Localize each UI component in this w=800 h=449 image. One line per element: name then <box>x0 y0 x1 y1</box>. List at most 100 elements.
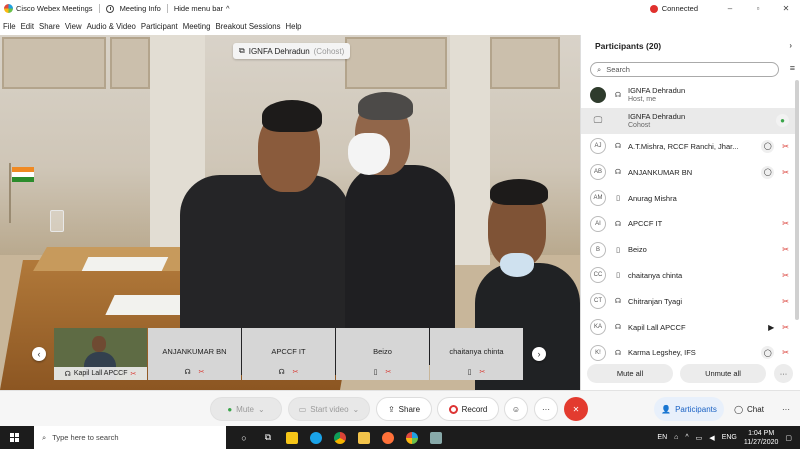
chat-bubble-icon[interactable]: ◯ <box>761 346 775 360</box>
menu-share[interactable]: Share <box>39 22 60 31</box>
video-tile[interactable]: ANJANKUMAR BN ☊ ✂ <box>148 328 241 380</box>
participant-row[interactable]: AB ☊ ANJANKUMAR BN ◯ ✂ <box>581 159 795 185</box>
title-bar: Cisco Webex Meetings Meeting Info Hide m… <box>0 0 800 17</box>
network-icon[interactable]: ▭ <box>696 434 703 442</box>
participant-row[interactable]: CT ☊ Chitranjan Tyagi ✂ <box>581 288 795 314</box>
end-meeting-button[interactable]: ✕ <box>564 397 588 421</box>
mic-muted-icon[interactable]: ✂ <box>782 323 789 332</box>
connection-status: Connected <box>661 4 698 13</box>
avatar: KA <box>590 319 606 336</box>
headset-icon: ☊ <box>614 169 622 177</box>
phone-icon: ▯ <box>616 195 620 203</box>
participant-row[interactable]: AJ ☊ A.T.Mishra, RCCF Ranchi, Jhar... ◯ ✂ <box>581 134 795 160</box>
mute-all-button[interactable]: Mute all <box>587 363 673 383</box>
unmute-all-button[interactable]: Unmute all <box>680 363 766 383</box>
webex-app-icon[interactable] <box>400 426 424 449</box>
record-button[interactable]: Record <box>437 397 499 421</box>
video-camera-icon[interactable]: ▶ <box>768 323 774 332</box>
filmstrip-next-button[interactable]: › <box>532 347 546 361</box>
chat-button[interactable]: ◯ Chat <box>727 397 771 421</box>
mic-muted-icon[interactable]: ✂ <box>782 219 789 228</box>
hide-menu-bar-button[interactable]: Hide menu bar ^ <box>174 4 230 13</box>
mic-muted-icon[interactable]: ✂ <box>782 142 789 151</box>
menu-meeting[interactable]: Meeting <box>183 22 211 31</box>
minimize-button[interactable]: – <box>716 4 744 13</box>
participant-row[interactable]: KA ☊ Kapil Lall APCCF ▶ ✂ <box>581 314 795 340</box>
avatar: AJ <box>590 138 606 155</box>
taskbar-clock[interactable]: 1:04 PM 11/27/2020 <box>744 429 779 447</box>
more-options-button[interactable]: ··· <box>534 397 558 421</box>
taskbar-search-input[interactable]: ⌕ Type here to search <box>34 426 226 449</box>
start-video-button[interactable]: ▭ Start video ⌄ <box>288 397 370 421</box>
language-indicator[interactable]: EN <box>657 434 667 441</box>
participant-row[interactable]: 🖵 IGNFA Dehradun Cohost ● <box>581 107 795 134</box>
collapse-panel-icon[interactable]: › <box>789 41 792 50</box>
mic-muted-icon[interactable]: ✂ <box>782 271 789 280</box>
panel-more-button[interactable]: ··· <box>774 397 798 421</box>
share-icon: ⇪ <box>387 404 395 414</box>
close-icon: ✕ <box>572 404 580 414</box>
avatar: AM <box>590 190 606 207</box>
cortana-icon[interactable]: ○ <box>232 426 256 449</box>
menu-breakout-sessions[interactable]: Breakout Sessions <box>215 22 280 31</box>
avatar: CC <box>590 267 606 284</box>
notifications-icon[interactable]: ▢ <box>785 434 792 442</box>
participant-row[interactable]: ☊ IGNFA Dehradun Host, me <box>581 82 795 108</box>
reactions-button[interactable]: ☺ <box>504 397 528 421</box>
meeting-controls: ● Mute ⌄ ▭ Start video ⌄ ⇪ Share Record … <box>0 390 800 426</box>
close-window-button[interactable]: ✕ <box>772 4 800 13</box>
people-icon[interactable]: ⌂ <box>674 434 678 441</box>
video-tile[interactable]: APCCF IT ☊ ✂ <box>242 328 335 380</box>
skype-icon[interactable] <box>304 426 328 449</box>
webex-logo-icon <box>4 4 13 13</box>
menu-help[interactable]: Help <box>285 22 301 31</box>
sort-icon[interactable]: ≡ <box>790 63 795 73</box>
menu-file[interactable]: File <box>3 22 16 31</box>
participant-list: ☊ IGNFA Dehradun Host, me 🖵 IGNFA Dehrad… <box>581 82 795 366</box>
participants-button[interactable]: 👤 Participants <box>654 397 724 421</box>
participant-row[interactable]: AM ▯ Anurag Mishra <box>581 185 795 211</box>
participant-search-input[interactable]: ⌕ Search <box>590 62 779 77</box>
headset-icon: ☊ <box>614 298 622 306</box>
record-icon <box>448 404 458 414</box>
menu-edit[interactable]: Edit <box>21 22 34 31</box>
menu-audio-video[interactable]: Audio & Video <box>87 22 136 31</box>
mic-on-icon[interactable]: ● <box>776 114 789 128</box>
avatar: CT <box>590 293 606 310</box>
computer-icon: 🖵 <box>593 115 603 126</box>
video-tile[interactable]: chaitanya chinta ▯ ✂ <box>430 328 523 380</box>
participant-row[interactable]: AI ☊ APCCF IT ✂ <box>581 211 795 237</box>
video-tile[interactable]: ☊ Kapil Lall APCCF ✂ <box>54 328 147 380</box>
firefox-icon[interactable] <box>376 426 400 449</box>
share-button[interactable]: ⇪ Share <box>376 397 432 421</box>
video-tile[interactable]: Beizo ▯ ✂ <box>336 328 429 380</box>
restore-button[interactable]: ▫ <box>744 4 772 13</box>
chat-bubble-icon[interactable]: ◯ <box>761 139 775 153</box>
participant-row[interactable]: B ▯ Beizo ✂ <box>581 237 795 263</box>
chat-bubble-icon[interactable]: ◯ <box>761 165 775 179</box>
file-explorer-icon[interactable] <box>352 426 376 449</box>
meeting-info-button[interactable]: Meeting Info <box>105 4 161 13</box>
avatar: AB <box>590 164 606 181</box>
chat-icon: ◯ <box>734 404 744 414</box>
show-hidden-icons-icon[interactable]: ^ <box>685 434 688 441</box>
mic-muted-icon[interactable]: ✂ <box>782 297 789 306</box>
participant-row[interactable]: CC ▯ chaitanya chinta ✂ <box>581 263 795 289</box>
participant-list-scrollbar[interactable] <box>795 80 799 320</box>
app-icon[interactable] <box>424 426 448 449</box>
sticky-notes-icon[interactable] <box>280 426 304 449</box>
menu-participant[interactable]: Participant <box>141 22 178 31</box>
start-button[interactable] <box>4 426 24 449</box>
input-language[interactable]: ENG <box>722 434 737 441</box>
volume-icon[interactable]: ◀ <box>709 434 714 442</box>
mic-muted-icon[interactable]: ✂ <box>782 245 789 254</box>
mute-button[interactable]: ● Mute ⌄ <box>210 397 282 421</box>
mic-muted-icon[interactable]: ✂ <box>782 168 789 177</box>
menu-view[interactable]: View <box>65 22 82 31</box>
flag-image <box>12 167 34 182</box>
chrome-icon[interactable] <box>328 426 352 449</box>
task-view-icon[interactable]: ⧉ <box>256 426 280 449</box>
mic-muted-icon[interactable]: ✂ <box>782 348 789 357</box>
more-options-button[interactable]: ··· <box>774 363 793 383</box>
filmstrip-prev-button[interactable]: ‹ <box>32 347 46 361</box>
